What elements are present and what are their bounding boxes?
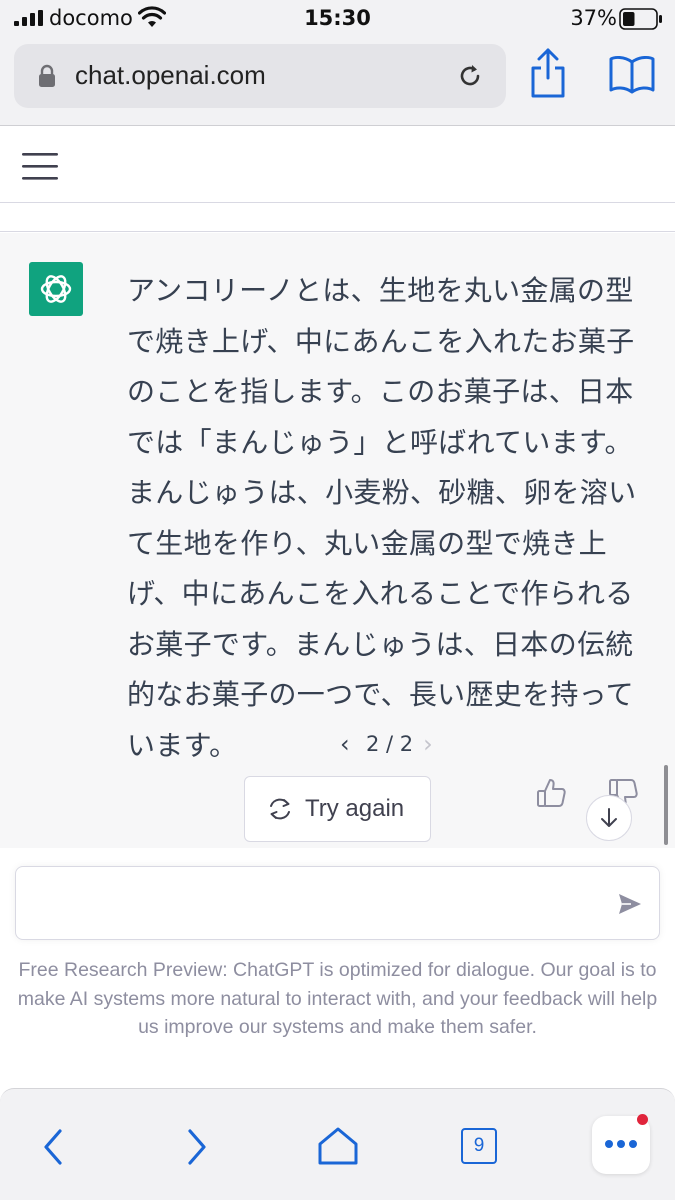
status-bar: docomo 15:30 37% bbox=[0, 0, 675, 38]
openai-logo-icon bbox=[40, 275, 72, 303]
back-icon[interactable] bbox=[38, 1127, 68, 1167]
response-pager: ‹ 2 / 2 › bbox=[340, 729, 443, 759]
chatgpt-avatar bbox=[29, 262, 83, 316]
lock-icon bbox=[39, 64, 55, 87]
arrow-down-icon bbox=[601, 808, 617, 827]
reload-icon[interactable] bbox=[456, 62, 484, 90]
assistant-message: アンコリーノとは、生地を丸い金属の型で焼き上げ、中にあんこを入れたお菓子のことを… bbox=[0, 233, 675, 848]
bookmarks-icon[interactable] bbox=[608, 54, 656, 94]
ellipsis-icon bbox=[605, 1140, 637, 1148]
try-again-button[interactable]: Try again bbox=[244, 776, 431, 842]
url-text: chat.openai.com bbox=[75, 60, 266, 90]
address-bar[interactable]: chat.openai.com bbox=[14, 44, 506, 108]
next-response-button[interactable]: › bbox=[423, 730, 443, 758]
home-icon[interactable] bbox=[316, 1125, 360, 1167]
browser-address-area: chat.openai.com bbox=[0, 38, 675, 126]
battery-icon bbox=[619, 8, 662, 30]
try-again-label: Try again bbox=[305, 795, 405, 822]
prompt-box bbox=[15, 866, 660, 940]
page-scrollbar[interactable] bbox=[664, 765, 668, 845]
more-menu-button[interactable] bbox=[592, 1114, 650, 1174]
chat-header bbox=[0, 127, 675, 203]
disclaimer-text: Free Research Preview: ChatGPT is optimi… bbox=[17, 959, 658, 1038]
send-icon[interactable] bbox=[617, 891, 643, 917]
browser-toolbar: 9 bbox=[0, 1088, 675, 1200]
refresh-icon bbox=[270, 798, 290, 820]
conversation-top bbox=[0, 204, 675, 232]
prompt-input[interactable] bbox=[32, 885, 592, 923]
notification-dot bbox=[637, 1114, 648, 1125]
scroll-to-bottom-button[interactable] bbox=[586, 795, 632, 841]
previous-response-button[interactable]: ‹ bbox=[340, 730, 360, 758]
thumbs-up-icon[interactable] bbox=[536, 777, 568, 809]
menu-icon[interactable] bbox=[20, 151, 60, 181]
pager-label: 2 / 2 bbox=[366, 732, 414, 756]
battery-percent: 37% bbox=[570, 6, 617, 30]
composer-area: Free Research Preview: ChatGPT is optimi… bbox=[0, 848, 675, 1088]
message-body: アンコリーノとは、生地を丸い金属の型で焼き上げ、中にあんこを入れたお菓子のことを… bbox=[127, 274, 637, 762]
forward-icon[interactable] bbox=[182, 1127, 212, 1167]
tabs-button[interactable]: 9 bbox=[461, 1128, 497, 1164]
share-icon[interactable] bbox=[528, 46, 568, 100]
